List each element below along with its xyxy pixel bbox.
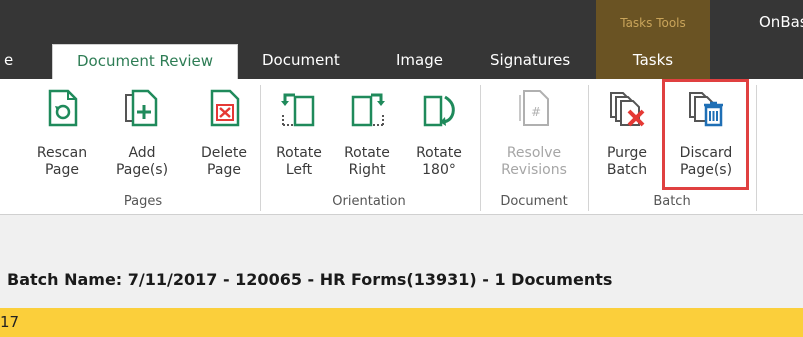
group-separator <box>588 85 589 211</box>
add-pages-button[interactable]: Add Page(s) <box>114 79 170 191</box>
status-bar: 17 <box>0 308 803 337</box>
rescan-page-button[interactable]: Rescan Page <box>34 79 90 191</box>
rotate-right-icon <box>351 93 385 127</box>
rescan-page-icon <box>48 89 78 127</box>
rotate-180-label: Rotate 180° <box>416 145 462 178</box>
group-separator <box>260 85 261 211</box>
delete-page-icon <box>210 89 240 127</box>
rotate-180-button[interactable]: Rotate 180° <box>410 79 468 191</box>
batch-name-heading: Batch Name: 7/11/2017 - 120065 - HR Form… <box>7 270 613 289</box>
tab-document-review[interactable]: Document Review <box>52 44 238 81</box>
group-label-pages: Pages <box>123 194 163 209</box>
delete-page-button[interactable]: Delete Page <box>196 79 252 191</box>
rotate-right-button[interactable]: Rotate Right <box>338 79 396 191</box>
add-pages-label: Add Page(s) <box>115 145 169 178</box>
purge-batch-icon <box>610 92 645 127</box>
group-label-batch: Batch <box>653 194 691 209</box>
status-bar-text: 17 <box>0 313 20 331</box>
rotate-left-button[interactable]: Rotate Left <box>270 79 328 191</box>
ribbon-tab-row: e Document Review Document Image Signatu… <box>0 41 803 81</box>
purge-batch-label: Purge Batch <box>606 145 648 178</box>
group-label-document: Document <box>500 194 568 209</box>
purge-batch-button[interactable]: Purge Batch <box>598 79 656 191</box>
discard-highlight-box <box>662 79 749 190</box>
group-separator <box>480 85 481 211</box>
app-name: OnBase <box>759 13 803 31</box>
rotate-left-icon <box>281 93 315 127</box>
tab-signatures[interactable]: Signatures <box>490 41 582 79</box>
svg-text:#: # <box>531 105 541 119</box>
delete-page-label: Delete Page <box>201 145 247 178</box>
tab-image[interactable]: Image <box>396 41 456 79</box>
group-label-orientation: Orientation <box>332 194 406 209</box>
rescan-page-label: Rescan Page <box>36 145 88 178</box>
resolve-revisions-button[interactable]: # Resolve Revisions <box>490 79 578 191</box>
rotate-left-label: Rotate Left <box>276 145 322 178</box>
group-separator <box>756 85 757 211</box>
tab-partial[interactable]: e <box>4 41 24 79</box>
rotate-right-label: Rotate Right <box>344 145 390 178</box>
tab-tasks[interactable]: Tasks <box>596 41 710 79</box>
add-pages-icon <box>125 89 158 127</box>
tab-document[interactable]: Document <box>262 41 352 79</box>
rotate-180-icon <box>423 95 455 127</box>
resolve-revisions-icon: # <box>519 90 549 126</box>
resolve-revisions-label: Resolve Revisions <box>501 145 567 178</box>
context-group-header: Tasks Tools <box>596 0 710 41</box>
